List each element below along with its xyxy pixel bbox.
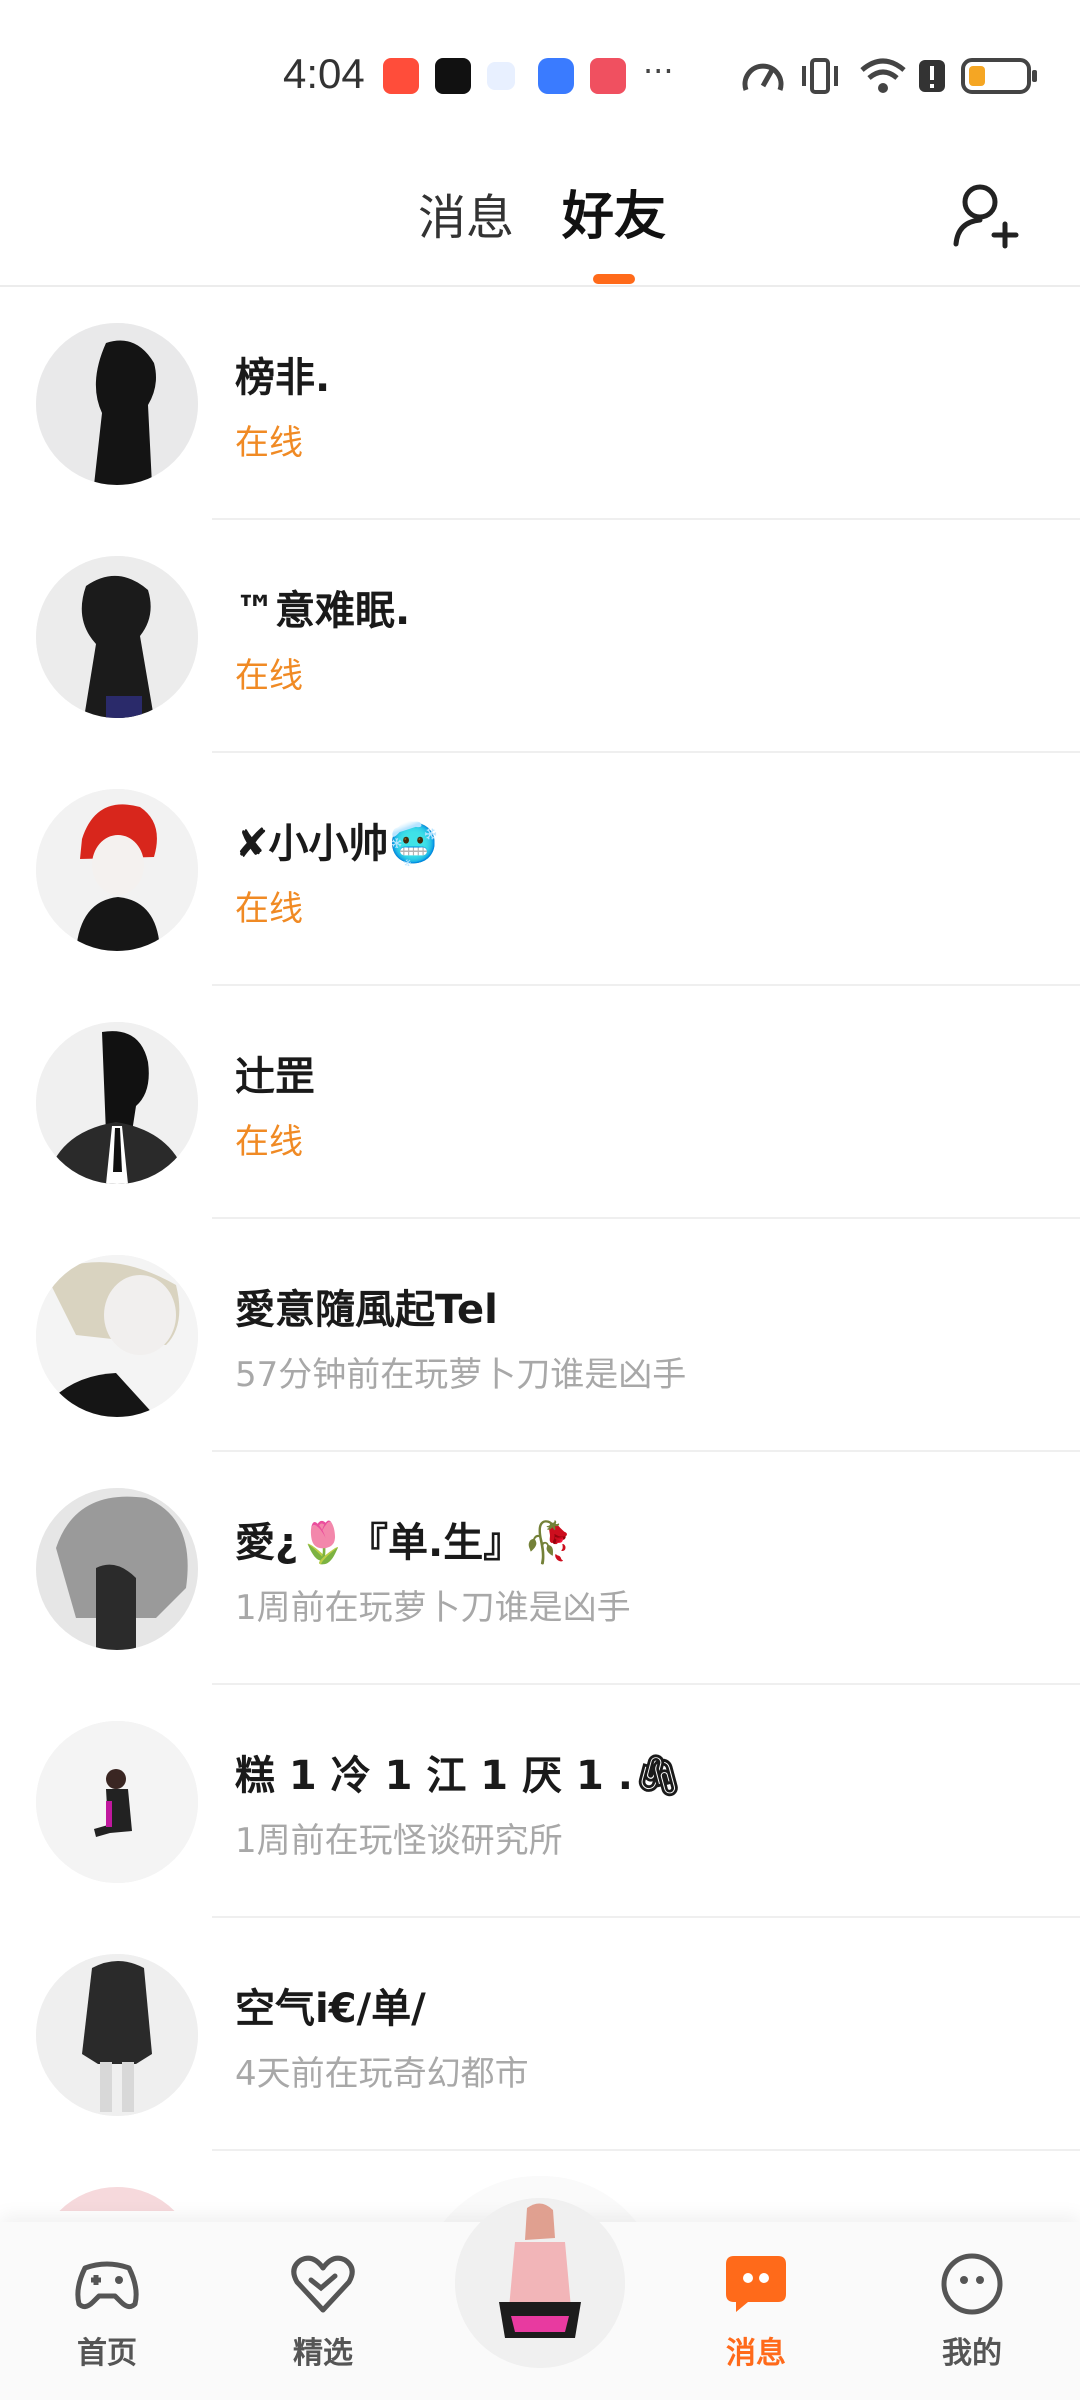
friend-status: 1周前在玩萝卜刀谁是凶手: [235, 1588, 631, 1628]
friend-status: 1周前在玩怪谈研究所: [235, 1821, 563, 1861]
nav-center-avatar[interactable]: [455, 2198, 625, 2368]
friend-status: 在线: [235, 423, 303, 463]
friend-name: 空气i€/单/: [235, 1986, 426, 2032]
header: 消息 好友: [0, 140, 1080, 287]
chat-bubble-icon: [726, 2256, 786, 2312]
friend-name: 辻罡: [235, 1054, 315, 1100]
friend-name: ™意难眠.: [235, 588, 411, 634]
avatar[interactable]: [36, 2187, 198, 2211]
avatar[interactable]: [36, 789, 198, 951]
nav-featured[interactable]: 精选: [263, 2248, 383, 2372]
avatar[interactable]: [36, 1954, 198, 2116]
vibrate-icon: [802, 58, 838, 94]
nav-label: 精选: [293, 2336, 353, 2371]
nav-label: 消息: [726, 2336, 786, 2371]
nav-label: 我的: [942, 2336, 1002, 2371]
avatar[interactable]: [36, 1721, 198, 1883]
friend-item[interactable]: ™意难眠. 在线: [0, 520, 1080, 753]
more-notifications-icon: ···: [643, 52, 674, 90]
friend-name: ✘小小帅🥶: [235, 821, 439, 867]
friend-status: 在线: [235, 889, 303, 929]
active-tab-indicator: [593, 274, 635, 284]
friend-name: 愛¿🌷『单.生』🥀: [235, 1520, 574, 1566]
add-friend-icon[interactable]: [950, 180, 1020, 250]
app-notification-icon: [383, 58, 419, 94]
friend-name: 愛意隨風起Tel: [235, 1287, 498, 1333]
friend-item[interactable]: 榜非. 在线: [0, 287, 1080, 520]
friend-item[interactable]: 空气i€/单/ 4天前在玩奇幻都市: [0, 1918, 1080, 2151]
status-bar: 4:04 ···: [0, 0, 1080, 140]
alert-icon: [919, 60, 945, 92]
shield-notification-icon: [538, 58, 574, 94]
avatar[interactable]: [36, 1488, 198, 1650]
nav-home[interactable]: 首页: [47, 2248, 167, 2372]
tab-friends[interactable]: 好友: [562, 174, 666, 249]
friend-status: 在线: [235, 1122, 303, 1162]
avatar[interactable]: [36, 1022, 198, 1184]
nav-messages[interactable]: 消息: [696, 2248, 816, 2372]
avatar[interactable]: [36, 556, 198, 718]
friend-status: 4天前在玩奇幻都市: [235, 2054, 529, 2094]
book-notification-icon: [590, 58, 626, 94]
tab-messages[interactable]: 消息: [418, 178, 514, 248]
friend-status: 在线: [235, 656, 303, 696]
smiley-face-icon: [941, 2253, 1003, 2315]
nav-label: 首页: [77, 2336, 137, 2371]
friend-status: 57分钟前在玩萝卜刀谁是凶手: [235, 1355, 687, 1395]
friend-item[interactable]: 愛¿🌷『单.生』🥀 1周前在玩萝卜刀谁是凶手: [0, 1452, 1080, 1685]
friend-item[interactable]: 愛意隨風起Tel 57分钟前在玩萝卜刀谁是凶手: [0, 1219, 1080, 1452]
tiktok-notification-icon: [435, 58, 471, 94]
speed-icon: [742, 63, 784, 91]
nav-profile[interactable]: 我的: [912, 2248, 1032, 2372]
friend-list: 榜非. 在线 ™意难眠. 在线 ✘小小帅🥶 在线 辻罡 在线 愛意隨風起Tel …: [0, 287, 1080, 2211]
character-avatar-icon: [455, 2198, 625, 2368]
friend-item[interactable]: ✘小小帅🥶 在线: [0, 753, 1080, 986]
gamepad-icon: [75, 2261, 139, 2310]
friend-name: 榜非.: [235, 355, 331, 401]
wifi-icon: [860, 58, 906, 93]
avatar[interactable]: [36, 323, 198, 485]
friend-name: 糕 1 冷 1 江 1 厌 1 .🖇: [235, 1753, 684, 1799]
status-time: 4:04: [283, 50, 365, 97]
calendar-notification-icon: [487, 62, 515, 90]
heart-check-icon: [291, 2255, 355, 2313]
battery-icon: [961, 58, 1037, 94]
friend-item[interactable]: 糕 1 冷 1 江 1 厌 1 .🖇 1周前在玩怪谈研究所: [0, 1685, 1080, 1918]
avatar[interactable]: [36, 1255, 198, 1417]
friend-item[interactable]: 辻罡 在线: [0, 986, 1080, 1219]
